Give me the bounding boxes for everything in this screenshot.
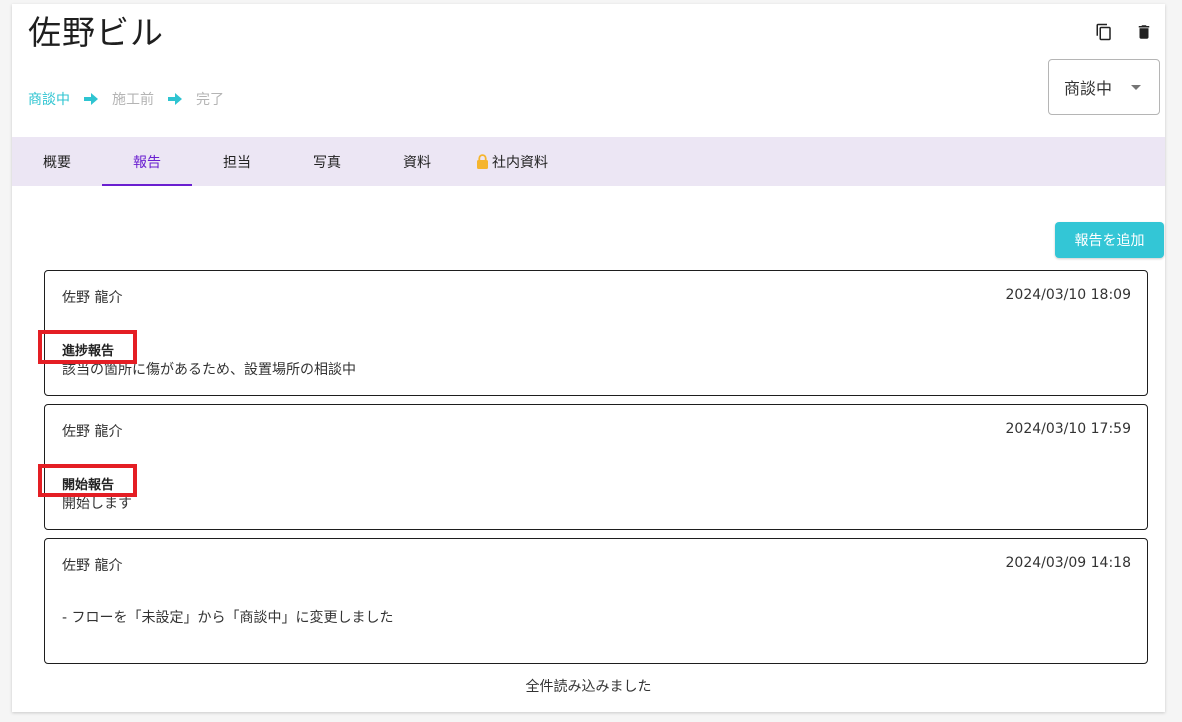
tab-bar: 概要 報告 担当 写真 資料 社内資料 [12,137,1165,186]
status-select-value: 商談中 [1064,79,1113,98]
report-date: 2024/03/10 18:09 [1005,287,1132,303]
page-title: 佐野ビル [28,13,164,52]
flow-steps: 商談中 施工前 完了 [28,88,224,110]
lock-icon [476,154,489,169]
report-body: - フローを「未設定」から「商談中」に変更しました [62,610,394,626]
arrow-right-icon [168,93,182,105]
flow-step-negotiating: 商談中 [28,92,70,108]
arrow-right-icon [84,93,98,105]
add-report-button[interactable]: 報告を追加 [1055,222,1164,258]
report-type: 進捗報告 [62,344,115,359]
report-date: 2024/03/09 14:18 [1005,555,1132,571]
tab-internal-documents[interactable]: 社内資料 [462,137,562,186]
report-date: 2024/03/10 17:59 [1005,421,1132,437]
report-card: 佐野 龍介 2024/03/09 14:18 - フローを「未設定」から「商談中… [44,538,1148,664]
report-card: 佐野 龍介 2024/03/10 18:09 進捗報告 該当の箇所に傷があるため… [44,270,1148,396]
project-card: 佐野ビル 商談中 施工前 完了 商談中 概要 報告 担当 写真 資料 社内資料 [12,4,1165,712]
report-type: 開始報告 [62,478,115,493]
report-body: 該当の箇所に傷があるため、設置場所の相談中 [62,362,356,378]
report-body: 開始します [62,496,132,512]
flow-step-complete: 完了 [196,92,224,108]
copy-icon[interactable] [1090,18,1118,46]
flow-step-pre-construction: 施工前 [112,92,154,108]
tab-photos[interactable]: 写真 [282,137,372,186]
tab-internal-documents-label: 社内資料 [492,154,548,171]
report-author: 佐野 龍介 [62,558,123,574]
load-complete-message: 全件読み込みました [525,679,652,695]
tab-assignees[interactable]: 担当 [192,137,282,186]
trash-icon[interactable] [1130,18,1158,46]
report-card: 佐野 龍介 2024/03/10 17:59 開始報告 開始します [44,404,1148,530]
report-author: 佐野 龍介 [62,290,123,306]
tab-reports[interactable]: 報告 [102,137,192,186]
tab-overview[interactable]: 概要 [12,137,102,186]
tab-documents[interactable]: 資料 [372,137,462,186]
caret-down-icon [1131,85,1141,90]
status-select[interactable]: 商談中 [1048,59,1160,115]
report-author: 佐野 龍介 [62,424,123,440]
